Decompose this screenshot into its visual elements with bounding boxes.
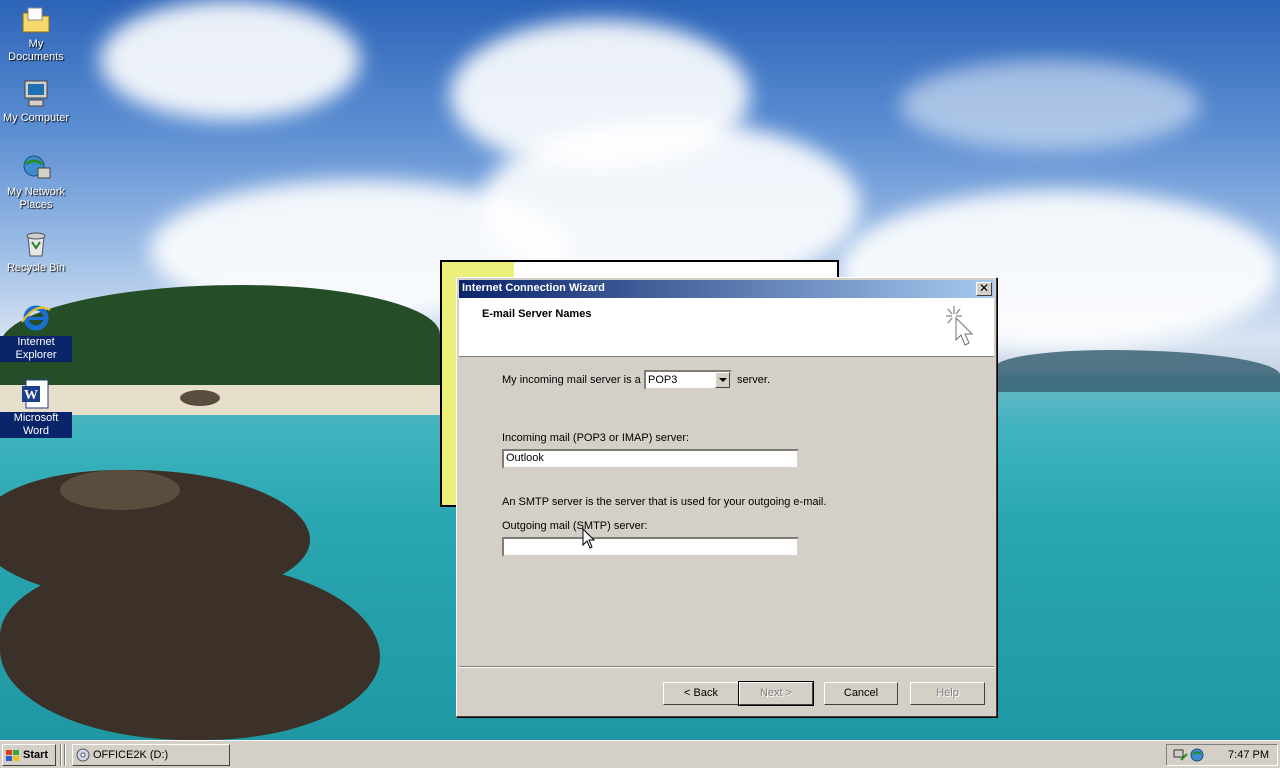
icon-label: Recycle Bin [6, 262, 66, 274]
svg-text:W: W [24, 388, 38, 403]
taskbar-separator [60, 744, 62, 766]
mouse-cursor-icon [582, 527, 596, 550]
help-button[interactable]: Help [910, 682, 985, 705]
outgoing-server-label: Outgoing mail (SMTP) server: [502, 520, 648, 532]
clock: 7:47 PM [1228, 749, 1269, 761]
system-tray: 7:47 PM [1166, 744, 1278, 766]
back-button[interactable]: < Back [663, 682, 739, 705]
taskbar: Start OFFICE2K (D:) 7:47 PM [0, 740, 1280, 768]
chevron-down-icon[interactable] [715, 372, 730, 388]
taskbar-item-office2k[interactable]: OFFICE2K (D:) [72, 744, 230, 766]
page-title: E-mail Server Names [482, 308, 592, 320]
start-label: Start [23, 749, 49, 761]
next-button[interactable]: Next > [738, 681, 814, 706]
cancel-button[interactable]: Cancel [824, 682, 898, 705]
wizard-cursor-icon [942, 304, 982, 348]
desktop-icon-recycle-bin[interactable]: Recycle Bin [0, 228, 72, 275]
cd-drive-icon [76, 748, 90, 762]
taskbar-separator [64, 744, 66, 766]
incoming-server-type-value: POP3 [648, 374, 678, 386]
cloud [900, 60, 1200, 150]
windows-logo-icon [6, 749, 20, 761]
network-tray-icon[interactable] [1173, 748, 1189, 762]
wizard-header: E-mail Server Names [459, 298, 994, 357]
icon-label: My Computer [2, 112, 70, 124]
rock [60, 470, 180, 510]
globe-tray-icon[interactable] [1189, 748, 1205, 762]
desktop: My Documents My Computer My Network Plac… [0, 0, 1280, 740]
taskbar-item-label: OFFICE2K (D:) [93, 749, 169, 761]
recycle-bin-icon [20, 228, 52, 260]
rock [180, 390, 220, 406]
dialog-title: Internet Connection Wizard [462, 282, 605, 294]
internet-explorer-icon [20, 302, 52, 334]
internet-connection-wizard-dialog: Internet Connection Wizard ✕ E-mail Serv… [456, 277, 997, 717]
computer-icon [20, 78, 52, 110]
dialog-titlebar[interactable]: Internet Connection Wizard ✕ [459, 280, 994, 298]
incoming-server-type-select[interactable]: POP3 [644, 370, 732, 390]
network-icon [20, 152, 52, 184]
desktop-icon-my-computer[interactable]: My Computer [0, 78, 72, 125]
desktop-icon-internet-explorer[interactable]: Internet Explorer [0, 302, 72, 362]
distant-mountains [996, 350, 1280, 392]
incoming-type-suffix: server. [737, 374, 771, 386]
desktop-icon-my-documents[interactable]: My Documents [0, 4, 72, 64]
rock [0, 560, 380, 740]
incoming-server-input[interactable]: Outlook [502, 449, 799, 469]
desktop-icon-microsoft-word[interactable]: W Microsoft Word [0, 378, 72, 438]
outgoing-server-input[interactable] [502, 537, 799, 557]
icon-label: My Documents [8, 38, 64, 63]
incoming-server-label: Incoming mail (POP3 or IMAP) server: [502, 432, 690, 444]
smtp-note: An SMTP server is the server that is use… [502, 496, 827, 508]
button-separator [459, 666, 994, 668]
incoming-type-prefix: My incoming mail server is a [502, 374, 641, 386]
folder-documents-icon [20, 4, 52, 36]
word-icon: W [20, 378, 52, 410]
close-button[interactable]: ✕ [976, 282, 992, 296]
desktop-icon-my-network-places[interactable]: My Network Places [0, 152, 72, 212]
cloud [100, 0, 360, 120]
icon-label: My Network Places [6, 186, 66, 211]
start-button[interactable]: Start [2, 744, 56, 766]
icon-label: Microsoft Word [0, 412, 72, 438]
close-icon: ✕ [978, 281, 990, 295]
icon-label: Internet Explorer [0, 336, 72, 362]
